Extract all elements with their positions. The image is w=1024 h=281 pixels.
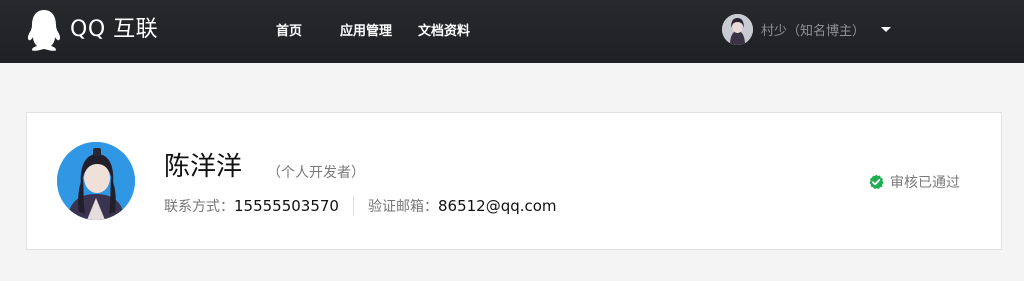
developer-name: 陈洋洋	[164, 152, 243, 182]
nav-docs[interactable]: 文档资料	[418, 20, 470, 39]
qq-penguin-icon	[27, 10, 61, 51]
logo-text: QQ 互联	[70, 17, 159, 42]
nav-app-management[interactable]: 应用管理	[340, 20, 392, 39]
caret-down-icon[interactable]	[881, 26, 892, 32]
user-avatar-icon[interactable]	[722, 13, 753, 45]
user-menu[interactable]: 村少（知名博主）	[722, 13, 892, 45]
top-navigation-bar: QQ 互联 首页 应用管理 文档资料 村少（知名博主）	[0, 0, 1024, 63]
developer-type: （个人开发者）	[267, 165, 365, 181]
review-status: 审核已通过	[868, 172, 960, 192]
email-label: 验证邮箱：	[367, 199, 438, 215]
contact-value: 15555503570	[234, 197, 339, 215]
contact-info-row: 联系方式： 15555503570 验证邮箱： 86512@qq.com	[164, 195, 557, 217]
nav-home[interactable]: 首页	[276, 20, 302, 39]
status-text: 审核已通过	[890, 175, 960, 191]
divider	[352, 196, 354, 216]
user-name[interactable]: 村少（知名博主）	[761, 20, 865, 39]
qq-connect-logo[interactable]: QQ 互联	[26, 8, 158, 52]
check-badge-icon	[869, 174, 884, 190]
contact-label: 联系方式：	[164, 199, 234, 215]
developer-avatar-icon	[57, 142, 135, 220]
developer-info-card: 陈洋洋 （个人开发者） 联系方式： 15555503570 验证邮箱： 8651…	[26, 112, 1002, 250]
email-value: 86512@qq.com	[437, 197, 557, 215]
